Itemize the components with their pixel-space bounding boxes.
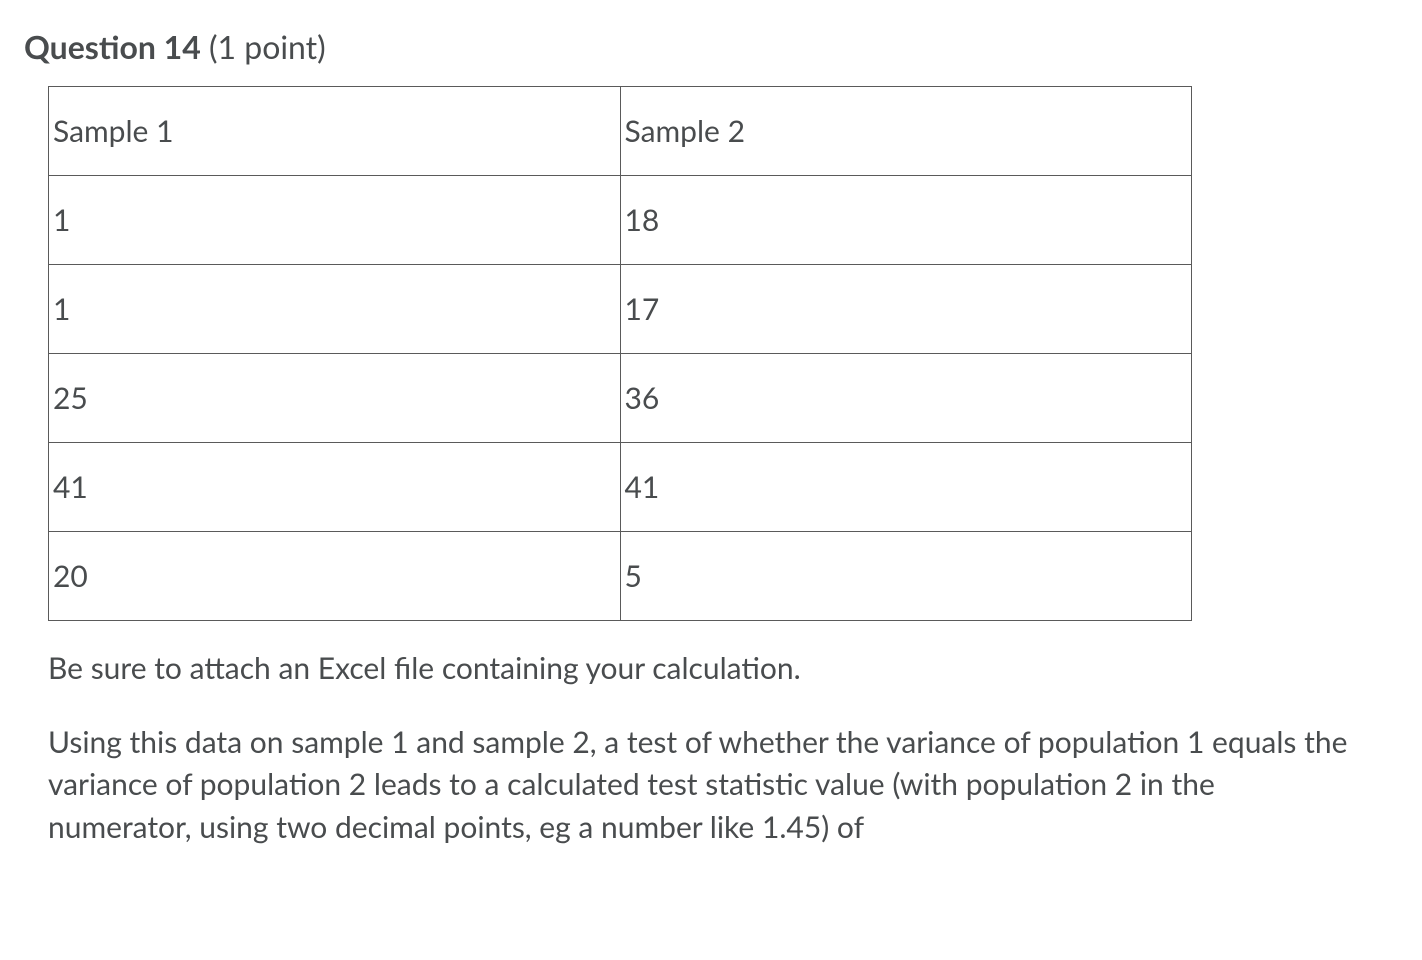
data-table: Sample 1 Sample 2 1 18 1 17 25 36 41 41 … bbox=[48, 86, 1192, 621]
table-row: 41 41 bbox=[49, 443, 1192, 532]
table-cell: 1 bbox=[49, 265, 621, 354]
table-cell: 18 bbox=[620, 176, 1192, 265]
table-cell: 25 bbox=[49, 354, 621, 443]
table-row: 1 17 bbox=[49, 265, 1192, 354]
question-number: Question 14 bbox=[24, 27, 201, 66]
question-prompt: Using this data on sample 1 and sample 2… bbox=[48, 721, 1348, 849]
question-points: (1 point) bbox=[209, 27, 326, 66]
table-cell: 1 bbox=[49, 176, 621, 265]
table-header-cell: Sample 2 bbox=[620, 87, 1192, 176]
table-cell: 17 bbox=[620, 265, 1192, 354]
table-header-row: Sample 1 Sample 2 bbox=[49, 87, 1192, 176]
table-header-cell: Sample 1 bbox=[49, 87, 621, 176]
table-row: 20 5 bbox=[49, 532, 1192, 621]
table-row: 25 36 bbox=[49, 354, 1192, 443]
question-container: Question 14 (1 point) Sample 1 Sample 2 … bbox=[0, 0, 1422, 889]
table-cell: 5 bbox=[620, 532, 1192, 621]
table-cell: 20 bbox=[49, 532, 621, 621]
table-cell: 36 bbox=[620, 354, 1192, 443]
question-header: Question 14 (1 point) bbox=[24, 28, 1376, 66]
table-cell: 41 bbox=[49, 443, 621, 532]
table-cell: 41 bbox=[620, 443, 1192, 532]
instruction-text: Be sure to attach an Excel file containi… bbox=[48, 647, 1336, 691]
table-row: 1 18 bbox=[49, 176, 1192, 265]
